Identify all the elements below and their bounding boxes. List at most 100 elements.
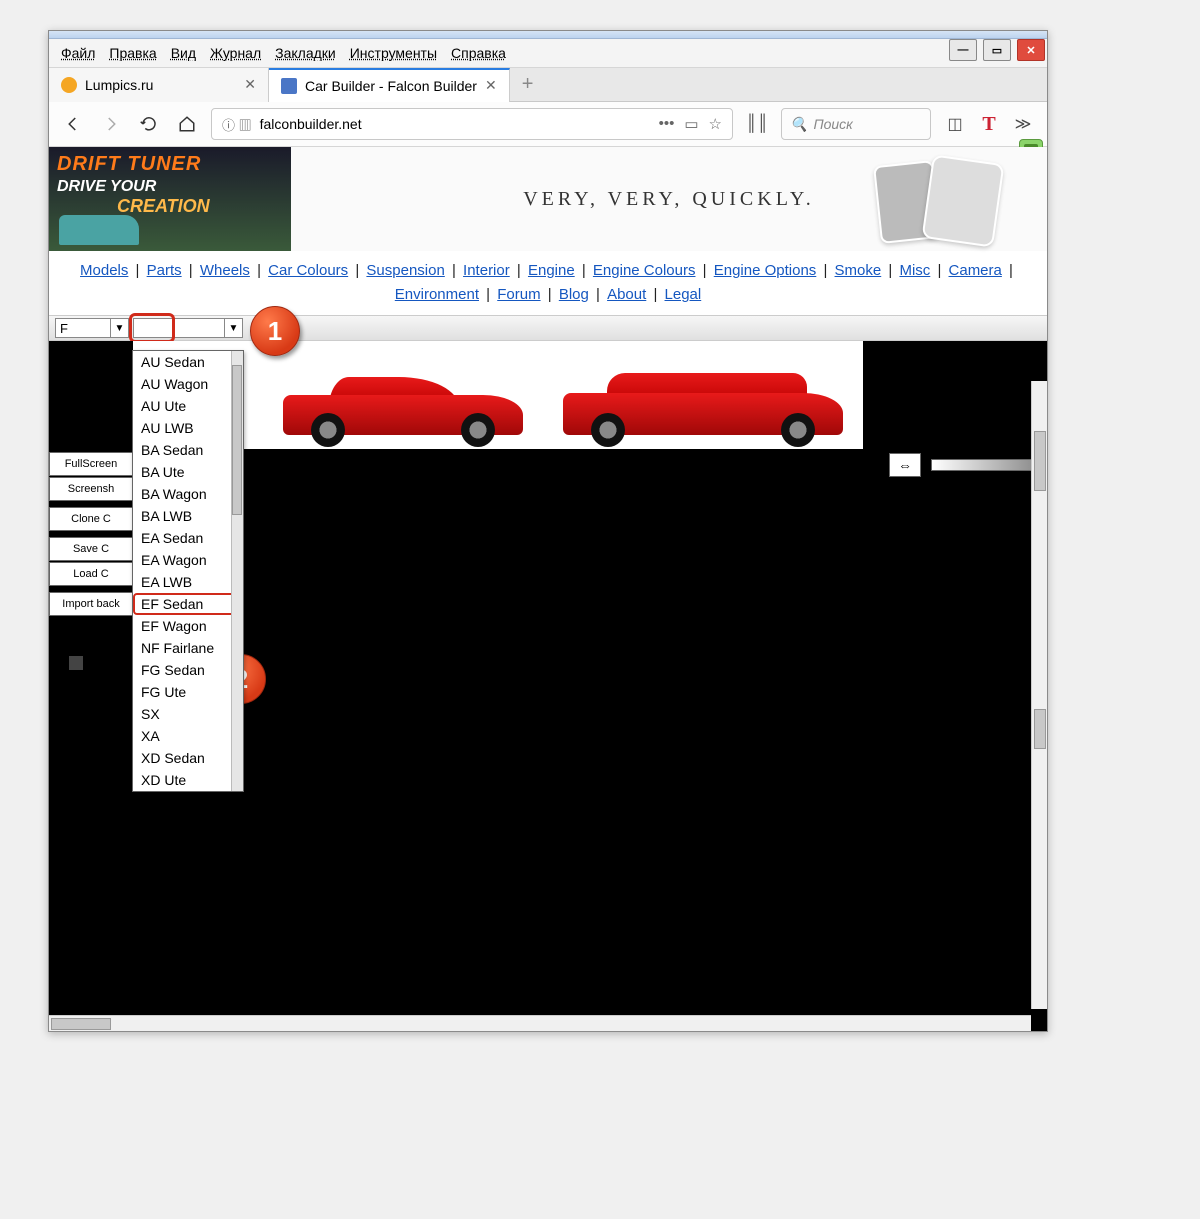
reload-button[interactable] xyxy=(135,110,163,138)
fullscreen-button[interactable]: FullScreen xyxy=(49,452,133,476)
bookmark-star-icon[interactable]: ☆ xyxy=(709,115,722,133)
library-icon[interactable]: ║║ xyxy=(743,110,771,138)
ad-line2: DRIVE YOUR xyxy=(57,178,283,196)
menu-tools[interactable]: Инструменты xyxy=(346,43,441,63)
model-option[interactable]: EA Wagon xyxy=(133,549,243,571)
maximize-button[interactable]: ▭ xyxy=(983,39,1011,61)
nav-link-camera[interactable]: Camera xyxy=(949,262,1002,279)
nav-bar: ⓘ ▥ falconbuilder.net ••• ▭ ☆ ║║ 🔍 Поиск… xyxy=(49,102,1047,147)
nav-link-legal[interactable]: Legal xyxy=(665,286,702,303)
phone-art xyxy=(847,157,1027,241)
model-option[interactable]: AU Sedan xyxy=(133,351,243,373)
close-button[interactable]: ✕ xyxy=(1017,39,1045,61)
nav-link-smoke[interactable]: Smoke xyxy=(835,262,882,279)
nav-separator: | xyxy=(185,262,197,279)
nav-separator: | xyxy=(544,286,556,303)
model-option[interactable]: AU LWB xyxy=(133,417,243,439)
dropdown-scroll-thumb[interactable] xyxy=(232,365,242,515)
nav-separator: | xyxy=(1005,262,1013,279)
menu-file[interactable]: Файл xyxy=(57,43,99,63)
model-dropdown[interactable]: AU SedanAU WagonAU UteAU LWBBA SedanBA U… xyxy=(132,350,244,792)
model-option[interactable]: BA LWB xyxy=(133,505,243,527)
zoom-slider[interactable] xyxy=(931,459,1041,471)
nav-link-parts[interactable]: Parts xyxy=(147,262,182,279)
model-option[interactable]: EF Wagon xyxy=(133,615,243,637)
model-option[interactable]: SX xyxy=(133,703,243,725)
nav-link-models[interactable]: Models xyxy=(80,262,128,279)
horizontal-scrollbar[interactable] xyxy=(49,1015,1031,1031)
model-option[interactable]: NF Fairlane xyxy=(133,637,243,659)
menu-bookmarks[interactable]: Закладки xyxy=(271,43,340,63)
search-icon: 🔍 xyxy=(790,116,807,133)
nav-separator: | xyxy=(698,262,710,279)
reader-icon[interactable]: ▭ xyxy=(684,115,698,133)
model-option[interactable]: XD Sedan xyxy=(133,747,243,769)
menu-help[interactable]: Справка xyxy=(447,43,510,63)
import-bg-button[interactable]: Import back xyxy=(49,592,133,616)
extension-t-icon[interactable]: T xyxy=(975,110,1003,138)
model-option[interactable]: AU Ute xyxy=(133,395,243,417)
nav-link-blog[interactable]: Blog xyxy=(559,286,589,303)
load-button[interactable]: Load C xyxy=(49,562,133,586)
menu-edit[interactable]: Правка xyxy=(105,43,160,63)
clone-button[interactable]: Clone C xyxy=(49,507,133,531)
scroll-thumb[interactable] xyxy=(51,1018,111,1030)
search-bar[interactable]: 🔍 Поиск xyxy=(781,108,931,140)
nav-link-interior[interactable]: Interior xyxy=(463,262,510,279)
nav-link-about[interactable]: About xyxy=(607,286,646,303)
nav-separator: | xyxy=(819,262,831,279)
home-button[interactable] xyxy=(173,110,201,138)
tab-carbuilder[interactable]: Car Builder - Falcon Builder ✕ xyxy=(269,68,510,102)
nav-separator: | xyxy=(884,262,896,279)
search-placeholder: Поиск xyxy=(813,116,852,132)
nav-link-suspension[interactable]: Suspension xyxy=(366,262,444,279)
overflow-icon[interactable]: ≫ xyxy=(1009,110,1037,138)
menu-view[interactable]: Вид xyxy=(167,43,200,63)
resize-tool-icon[interactable]: ⇔ xyxy=(889,453,921,477)
model-option[interactable]: EA LWB xyxy=(133,571,243,593)
save-button[interactable]: Save C xyxy=(49,537,133,561)
model-option[interactable]: EF Sedan xyxy=(133,593,243,615)
nav-link-engine-colours[interactable]: Engine Colours xyxy=(593,262,696,279)
new-tab-button[interactable]: + xyxy=(510,73,546,96)
screenshot-button[interactable]: Screensh xyxy=(49,477,133,501)
model-option[interactable]: EA Sedan xyxy=(133,527,243,549)
tab-close-icon[interactable]: ✕ xyxy=(485,77,497,94)
slogan-banner: VERY, VERY, QUICKLY. xyxy=(291,147,1047,251)
model-option[interactable]: BA Wagon xyxy=(133,483,243,505)
nav-separator: | xyxy=(578,262,590,279)
model-select[interactable]: ▼ xyxy=(133,318,243,338)
nav-link-misc[interactable]: Misc xyxy=(899,262,930,279)
vertical-scrollbar[interactable] xyxy=(1031,381,1047,1009)
nav-separator: | xyxy=(448,262,460,279)
menu-history[interactable]: Журнал xyxy=(206,43,265,63)
tab-close-icon[interactable]: ✕ xyxy=(244,76,256,93)
ad-car-art xyxy=(59,215,139,245)
model-option[interactable]: FG Sedan xyxy=(133,659,243,681)
model-option[interactable]: BA Ute xyxy=(133,461,243,483)
back-button[interactable] xyxy=(59,110,87,138)
nav-link-car-colours[interactable]: Car Colours xyxy=(268,262,348,279)
tab-lumpics[interactable]: Lumpics.ru ✕ xyxy=(49,68,269,102)
page-actions-icon[interactable]: ••• xyxy=(659,115,675,133)
drift-tuner-ad[interactable]: DRIFT TUNER DRIVE YOUR CREATION xyxy=(49,147,291,251)
nav-link-wheels[interactable]: Wheels xyxy=(200,262,250,279)
nav-link-engine-options[interactable]: Engine Options xyxy=(714,262,817,279)
forward-button[interactable] xyxy=(97,110,125,138)
url-bar[interactable]: ⓘ ▥ falconbuilder.net ••• ▭ ☆ xyxy=(211,108,733,140)
site-identity-icon[interactable]: ⓘ ▥ xyxy=(222,115,252,134)
model-option[interactable]: AU Wagon xyxy=(133,373,243,395)
model-option[interactable]: BA Sedan xyxy=(133,439,243,461)
sidebar-icon[interactable]: ◫ xyxy=(941,110,969,138)
nav-link-engine[interactable]: Engine xyxy=(528,262,575,279)
scroll-thumb[interactable] xyxy=(1034,709,1046,749)
scroll-thumb[interactable] xyxy=(1034,431,1046,491)
brand-select[interactable]: F ▼ xyxy=(55,318,129,338)
model-option[interactable]: FG Ute xyxy=(133,681,243,703)
menu-bar: Файл Правка Вид Журнал Закладки Инструме… xyxy=(49,39,1047,68)
model-option[interactable]: XA xyxy=(133,725,243,747)
model-option[interactable]: XD Ute xyxy=(133,769,243,791)
nav-link-forum[interactable]: Forum xyxy=(497,286,540,303)
nav-link-environment[interactable]: Environment xyxy=(395,286,479,303)
minimize-button[interactable]: — xyxy=(949,39,977,61)
